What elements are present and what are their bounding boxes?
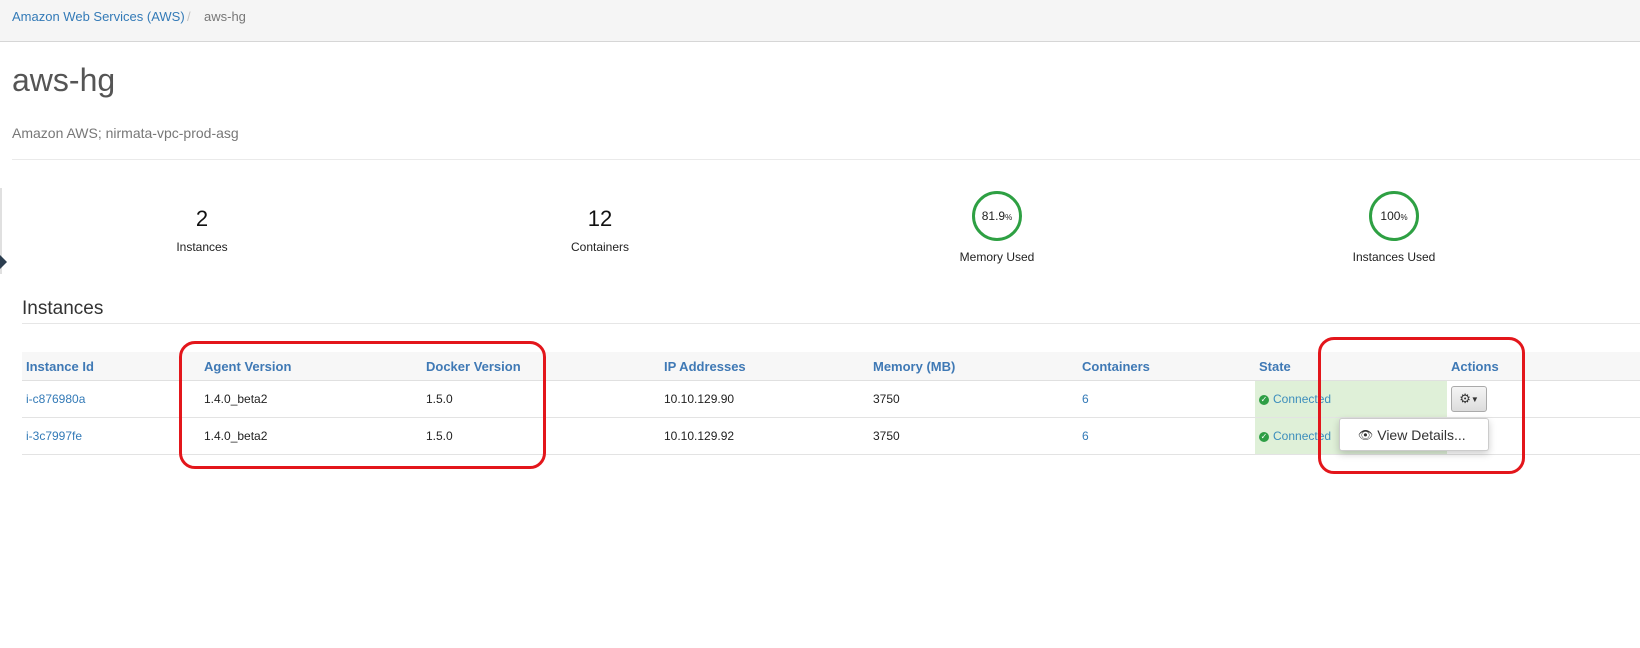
annotation-highlight-actions xyxy=(1318,337,1525,474)
memory-cell: 3750 xyxy=(869,417,1078,455)
stat-instances: 2 Instances xyxy=(142,206,262,254)
stat-containers-label: Containers xyxy=(570,240,630,254)
memory-cell: 3750 xyxy=(869,380,1078,418)
instances-gauge-label: Instances Used xyxy=(1352,250,1436,264)
memory-gauge-label: Memory Used xyxy=(959,250,1035,264)
breadcrumb-current: aws-hg xyxy=(204,9,246,24)
ip-address-cell: 10.10.129.92 xyxy=(660,417,869,455)
instance-id-link[interactable]: i-c876980a xyxy=(22,380,200,418)
gauge-instances-used: 100% Instances Used xyxy=(1324,191,1464,264)
gauge-memory-used: 81.9% Memory Used xyxy=(927,191,1067,264)
stat-instances-value: 2 xyxy=(195,206,209,231)
column-header-instance-id[interactable]: Instance Id xyxy=(22,352,200,381)
breadcrumb: Amazon Web Services (AWS) / aws-hg xyxy=(0,0,1640,42)
instances-section-title: Instances xyxy=(22,298,104,319)
memory-gauge-value: 81.9 xyxy=(981,209,1006,223)
breadcrumb-aws-link[interactable]: Amazon Web Services (AWS) xyxy=(12,9,185,24)
column-header-containers[interactable]: Containers xyxy=(1078,352,1255,381)
column-header-memory[interactable]: Memory (MB) xyxy=(869,352,1078,381)
stat-instances-label: Instances xyxy=(176,240,228,254)
instances-gauge-unit: % xyxy=(1400,213,1408,222)
ip-address-cell: 10.10.129.90 xyxy=(660,380,869,418)
memory-gauge-unit: % xyxy=(1005,213,1013,222)
stat-containers: 12 Containers xyxy=(540,206,660,254)
containers-count-link[interactable]: 6 xyxy=(1078,417,1255,455)
stat-containers-value: 12 xyxy=(587,206,613,231)
instances-section-divider xyxy=(22,323,1640,324)
memory-gauge-ring: 81.9% xyxy=(972,191,1022,241)
containers-count-link[interactable]: 6 xyxy=(1078,380,1255,418)
instances-gauge-value: 100 xyxy=(1380,209,1401,223)
check-circle-icon: ✓ xyxy=(1259,394,1269,405)
page-subtitle: Amazon AWS; nirmata-vpc-prod-asg xyxy=(12,125,239,141)
title-divider xyxy=(12,159,1640,160)
instance-id-link[interactable]: i-3c7997fe xyxy=(22,417,200,455)
breadcrumb-separator: / xyxy=(187,9,191,24)
annotation-highlight-versions xyxy=(179,341,546,469)
instances-gauge-ring: 100% xyxy=(1369,191,1419,241)
sidebar-toggle-arrow-icon[interactable] xyxy=(0,255,7,269)
page-title: aws-hg xyxy=(12,62,116,98)
check-circle-icon: ✓ xyxy=(1259,431,1269,442)
column-header-ip-addresses[interactable]: IP Addresses xyxy=(660,352,869,381)
